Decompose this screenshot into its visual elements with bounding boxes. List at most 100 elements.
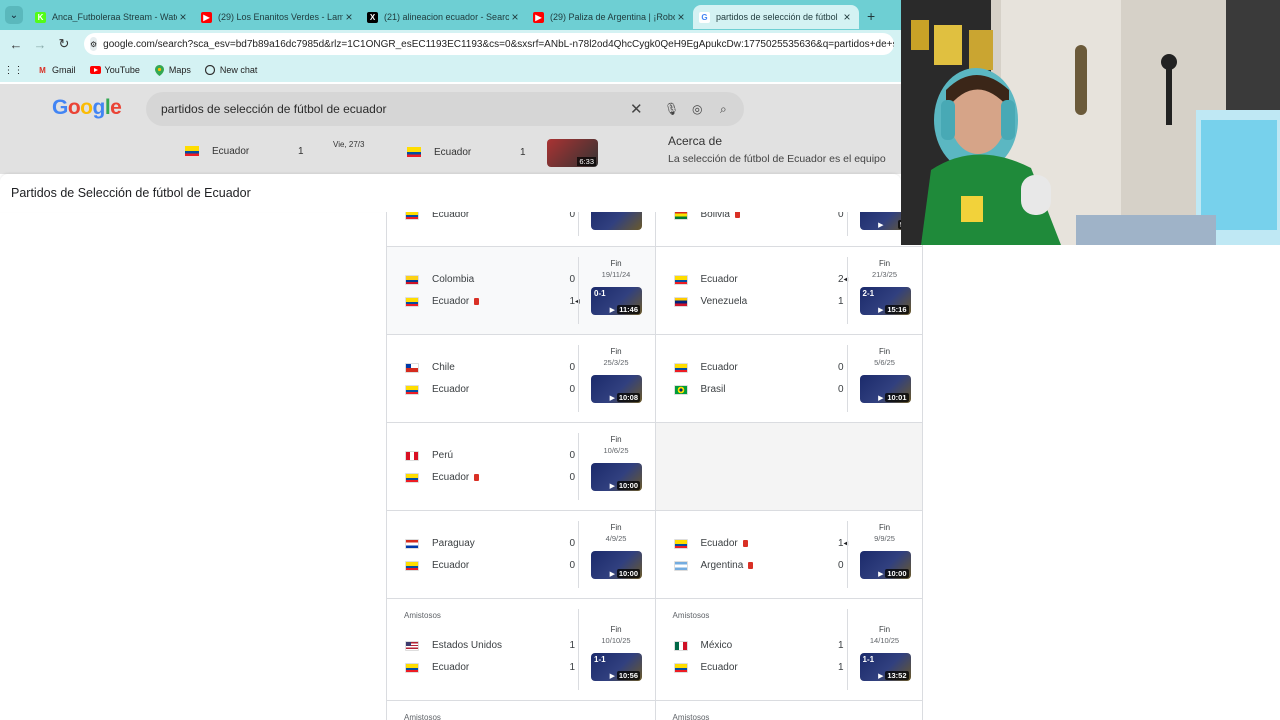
browser-tab[interactable]: ▶ (29) Los Enanitos Verdes - Lamer × bbox=[195, 5, 361, 29]
team-score: 1 bbox=[837, 640, 844, 651]
play-icon: ▶ bbox=[878, 571, 884, 578]
match-card[interactable]: Ecuador2◀Venezuela1Fin21/3/252-1▶ 15:16 bbox=[654, 247, 922, 334]
match-card[interactable]: Ecuador 0 Brasil 0 Fin 5/6/25 ▶ 10:01 bbox=[654, 335, 922, 422]
team-home: Colombia bbox=[405, 274, 575, 285]
youtube-icon bbox=[89, 65, 101, 76]
video-thumbnail[interactable]: 1-1 ▶ 13:52 bbox=[859, 653, 911, 681]
team-name: México bbox=[700, 640, 733, 651]
overlay-title: Partidos de Selección de fútbol de Ecuad… bbox=[11, 186, 251, 200]
team-name: Ecuador bbox=[432, 472, 470, 483]
team-name: Ecuador bbox=[700, 362, 738, 373]
play-icon: ▶ bbox=[609, 307, 615, 314]
team-home: Perú bbox=[405, 450, 575, 461]
match-card[interactable]: Colombia0Ecuador1◀Fin19/11/240-1▶ 11:46 bbox=[387, 247, 655, 334]
site-settings-icon[interactable]: ⚙ bbox=[90, 37, 98, 51]
close-tab-icon[interactable]: × bbox=[841, 10, 853, 24]
match-status: Fin bbox=[610, 259, 622, 268]
apps-icon[interactable]: ⋮⋮ bbox=[4, 65, 24, 76]
video-duration: 15:16 bbox=[885, 305, 909, 314]
video-thumbnail[interactable]: ▶ 10:00 bbox=[591, 463, 642, 491]
back-icon[interactable]: ← bbox=[4, 37, 28, 52]
match-status: Fin bbox=[610, 347, 622, 356]
tab-search-icon[interactable]: ⌄ bbox=[5, 6, 23, 24]
flag-chile-icon bbox=[405, 362, 419, 373]
clear-icon[interactable]: ✕ bbox=[630, 100, 643, 118]
close-tab-icon[interactable]: × bbox=[177, 10, 189, 24]
red-card-icon bbox=[474, 474, 480, 481]
camera-lens-icon[interactable]: ◎ bbox=[692, 102, 702, 116]
video-duration: 6:33 bbox=[577, 157, 596, 166]
team-home: Estados Unidos bbox=[405, 640, 575, 651]
team-score: 0 bbox=[569, 450, 575, 461]
video-thumbnail[interactable] bbox=[591, 212, 642, 230]
flag-ecuador-icon bbox=[405, 384, 419, 395]
match-status: Fin bbox=[878, 259, 891, 268]
browser-tab[interactable]: Gpartidos de selección de fútbol × bbox=[693, 5, 859, 29]
divider bbox=[578, 433, 579, 500]
flag-ecuador-icon bbox=[673, 362, 688, 373]
match-row: Colombia0Ecuador1◀Fin19/11/240-1▶ 11:46E… bbox=[387, 247, 922, 335]
browser-tab[interactable]: X (21) alineacion ecuador - Search × bbox=[361, 5, 527, 29]
video-thumbnail[interactable]: 1-1 ▶ 10:56 bbox=[591, 653, 642, 681]
match-date: 9/9/25 bbox=[874, 534, 895, 543]
video-thumbnail[interactable]: ▶ 10:00 bbox=[859, 551, 911, 579]
video-thumbnail[interactable]: ▶ 10:01 bbox=[859, 375, 911, 403]
team-home: Ecuador bbox=[673, 274, 844, 285]
google-logo[interactable]: Google bbox=[52, 96, 122, 120]
search-icon[interactable]: ⌕ bbox=[720, 102, 727, 117]
match-card[interactable]: Paraguay 0 Ecuador 0 Fin 4/9/25 ▶ 10:00 bbox=[387, 511, 655, 598]
reload-icon[interactable]: ↻ bbox=[52, 36, 76, 52]
match-card[interactable]: Amistosos Estados Unidos 1 Ecuador 1 Fin 10/10… bbox=[387, 599, 655, 700]
match-card[interactable]: Amistosos bbox=[654, 701, 922, 720]
tab-title: (21) alineacion ecuador - Search bbox=[384, 12, 509, 22]
team-score: 1 bbox=[298, 146, 304, 157]
team-name: Paraguay bbox=[432, 538, 475, 549]
match-date: 4/9/25 bbox=[605, 534, 627, 543]
divider bbox=[846, 257, 848, 324]
close-tab-icon[interactable]: × bbox=[343, 10, 355, 24]
google-search-box[interactable]: partidos de selección de fútbol de ecuad… bbox=[146, 92, 744, 126]
match-card[interactable]: Amistosos México 1 Ecuador 1 Fin 14/10/25 1-1 ▶ … bbox=[654, 599, 922, 700]
bookmark-new-chat[interactable]: New chat bbox=[205, 65, 257, 76]
bookmark-youtube[interactable]: YouTube bbox=[89, 65, 140, 76]
match-card[interactable]: Chile 0 Ecuador 0 Fin 25/3/25 ▶ 10:08 bbox=[387, 335, 655, 422]
thumbnail-score: 0-1 bbox=[594, 289, 606, 298]
video-thumbnail[interactable]: 6:33 bbox=[547, 139, 598, 167]
divider bbox=[578, 212, 579, 236]
team-score: 1 bbox=[837, 662, 844, 673]
address-bar[interactable]: ⚙ google.com/search?sca_esv=bd7b89a16dc7… bbox=[84, 33, 894, 55]
bookmarks-bar: ⋮⋮ M Gmail YouTube Maps New chat bbox=[0, 58, 901, 82]
play-icon: ▶ bbox=[878, 222, 884, 229]
competition-label: Amistosos bbox=[672, 713, 710, 720]
bookmark-gmail[interactable]: M Gmail bbox=[37, 65, 75, 76]
browser-tab[interactable]: K Anca_Futbolerаa Stream - Watc × bbox=[29, 5, 195, 29]
bookmark-label: Maps bbox=[168, 65, 191, 75]
close-tab-icon[interactable]: × bbox=[509, 10, 521, 24]
divider bbox=[846, 521, 848, 588]
match-card[interactable]: Bolivia0▶ 5: bbox=[654, 212, 922, 246]
video-thumbnail[interactable]: ▶ 10:08 bbox=[591, 375, 642, 403]
video-thumbnail[interactable]: 0-1 ▶ 11:46 bbox=[591, 287, 642, 315]
match-status: Fin bbox=[878, 347, 891, 356]
match-card[interactable]: Ecuador 0 bbox=[387, 212, 655, 246]
forward-icon[interactable]: → bbox=[28, 37, 52, 52]
url-text: google.com/search?sca_esv=bd7b89a16dc798… bbox=[103, 38, 894, 50]
red-card-icon bbox=[748, 562, 754, 569]
match-status: Fin bbox=[610, 625, 622, 634]
match-card[interactable]: Perú 0 Ecuador 0 Fin 10/6/25 ▶ 10:00 bbox=[387, 423, 655, 510]
video-thumbnail[interactable]: 2-1 ▶ 15:16 bbox=[859, 287, 911, 315]
new-tab-icon[interactable]: + bbox=[867, 8, 875, 24]
match-card[interactable]: Ecuador1◀Argentina0Fin9/9/25▶ 10:00 bbox=[654, 511, 922, 598]
close-tab-icon[interactable]: × bbox=[675, 10, 687, 24]
bookmark-maps[interactable]: Maps bbox=[154, 64, 191, 76]
match-card[interactable]: Amistosos bbox=[387, 701, 655, 720]
match-date: 14/10/25 bbox=[869, 636, 900, 645]
microphone-icon[interactable]: 🎙 bbox=[664, 102, 679, 116]
match-date: 5/6/25 bbox=[874, 358, 895, 367]
play-icon: ▶ bbox=[878, 307, 884, 314]
team-score: 0 bbox=[837, 384, 844, 395]
google-header: Google partidos de selección de fútbol d… bbox=[0, 84, 901, 134]
team-score: 0 bbox=[837, 212, 844, 220]
video-thumbnail[interactable]: ▶ 10:00 bbox=[591, 551, 642, 579]
browser-tab[interactable]: ▶ (29) Paliza de Argentina | ¡Robó × bbox=[527, 5, 693, 29]
